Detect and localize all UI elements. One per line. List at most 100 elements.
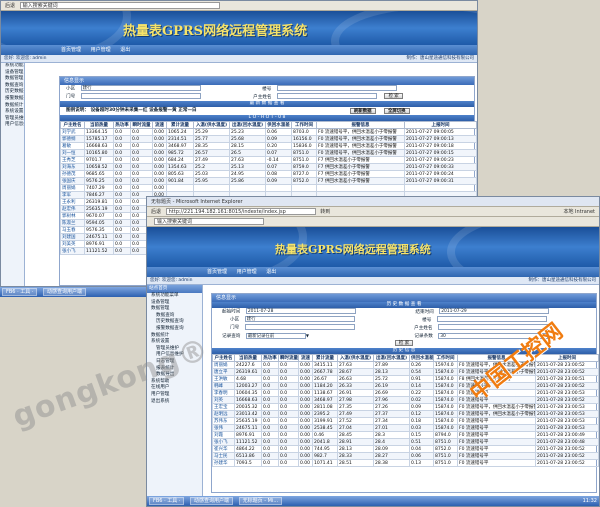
start-date-field[interactable]: 2011-07-28	[245, 308, 356, 314]
table-cell: 0.0	[113, 212, 131, 220]
table-row[interactable]: 韩峰 12003.27 0.0 0.0 0.00 1184.20 26.33 26.19 0.1…	[212, 382, 599, 390]
task-button-query[interactable]: 动感查询用户端	[190, 497, 234, 505]
table-cell: F0 流速错号平	[457, 445, 536, 453]
address-field[interactable]: http://221.194.182.161:8015/indexte/inde…	[165, 208, 316, 215]
front-xiaoqu-field[interactable]: 建行	[244, 316, 355, 322]
front-menu-users[interactable]: 用户管理	[237, 269, 257, 275]
side-item-history[interactable]: 历史数据查询	[147, 319, 202, 326]
table-cell: 0.0	[113, 170, 131, 178]
start-date-label: 起始时间	[222, 309, 241, 315]
table-row[interactable]: 马士民 6513.86 0.0 0.0 0.00 982.7 28.33 28.27 0.06 8…	[212, 452, 599, 460]
front-search-button[interactable]: 检 索	[394, 340, 414, 346]
back-menhao-field[interactable]	[80, 93, 201, 99]
front-col-header: 出温(回水温度)	[373, 354, 410, 362]
table-row[interactable]: 葛敏 16668.63 0.0 0.0 0.00 3468.97 28.35 28.15 0.2…	[60, 142, 477, 150]
front-menhao-field[interactable]	[244, 324, 355, 330]
table-row[interactable]: 唐立平 26319.61 0.0 0.0 0.00 2667.78 28.67 28.13 0.…	[212, 368, 599, 376]
go-button[interactable]: 转到	[320, 209, 330, 215]
left-task-button[interactable]: 动感查询用户端	[43, 288, 87, 296]
table-cell: 10165.80	[84, 149, 114, 157]
back-menu-home[interactable]: 首页管理	[61, 47, 81, 53]
table-cell: 8976.91	[234, 431, 262, 439]
refresh-button[interactable]: 刷新数据	[350, 108, 376, 114]
table-row[interactable]: 周丽娟 24227.6 0.0 0.0 0.00 3415.11 27.63 27.89 0.2…	[212, 361, 599, 369]
front-back-button[interactable]: 后退	[151, 209, 161, 215]
front-col-header: 供回水温差	[409, 354, 434, 362]
front-col-header: 热功率	[261, 354, 279, 362]
table-row[interactable]: 张小飞 11121.52 0.0 0.0 0.00 2041.8 28.91 28.4 0.51…	[212, 438, 599, 446]
back-row-menhao: 门号 户主姓名 检 索	[60, 93, 474, 101]
table-cell: 28.33	[337, 452, 374, 460]
table-cell: 0.0	[113, 163, 131, 171]
start-button[interactable]: FB6 · 工具 ·	[149, 497, 185, 505]
front-menu-exit[interactable]: 退出	[266, 269, 276, 275]
table-cell: 28.13	[373, 368, 410, 376]
back-button[interactable]: 后退	[5, 3, 15, 9]
table-row[interactable]: 李春明 10604.35 0.0 0.0 0.00 1138.67 26.91 26.69 0.…	[212, 389, 599, 397]
back-search-box[interactable]: 输入搜索关键词	[19, 2, 220, 9]
table-row[interactable]: 王宏宝 20035.32 0.0 0.0 0.00 2811.08 27.35 27.26 0.…	[212, 403, 599, 411]
table-cell: 0.00	[298, 424, 313, 432]
front-menu-home[interactable]: 首页管理	[207, 269, 227, 275]
table-row[interactable]: 王洪敏 4.68 0.0 0.0 0.00 26.67 26.63 25.72 0.91 1587…	[212, 375, 599, 383]
table-row[interactable]: 刘学武 13364.15 0.0 0.0 0.00 1065.24 25.29 25.23 0.…	[60, 128, 477, 136]
table-cell: 0.0	[113, 233, 131, 241]
table-row[interactable]: 刘英 16668.63 0.0 0.0 0.00 3468.97 27.98 27.96 0.0…	[212, 396, 599, 404]
table-cell: 0.0	[261, 424, 279, 432]
table-cell	[166, 184, 194, 192]
table-cell: 985.72	[166, 149, 194, 157]
back-col-header: 户主姓名	[60, 121, 85, 129]
table-cell: 0.00	[298, 438, 313, 446]
table-row[interactable]: 王秀芝 9701.7 0.0 0.0 0.00 684.24 27.49 27.63 -0.14…	[60, 156, 477, 164]
left-start-button[interactable]: FB6 · 工具 ·	[2, 288, 38, 296]
back-side-3[interactable]: 数据管理	[1, 76, 24, 83]
back-side-5[interactable]: 历史数据查询	[1, 89, 24, 96]
back-search-button[interactable]: 检 索	[384, 93, 403, 99]
table-cell: 0.0	[261, 431, 279, 439]
back-row-xiaoqu: 小区 建行 楼号	[60, 85, 474, 93]
table-cell: 27.96	[373, 396, 410, 404]
back-louhao-field[interactable]	[276, 85, 397, 91]
back-side-8[interactable]: 系统设置	[1, 109, 24, 116]
end-date-field[interactable]: 2011-07-29	[439, 308, 550, 314]
table-cell: 张小飞	[60, 247, 85, 255]
table-row[interactable]: 孙德茂 9685.65 0.0 0.0 0.00 805.63 25.03 24.95 0.08…	[60, 170, 477, 178]
side-item-data[interactable]: 数据管理	[147, 306, 202, 313]
back-side-1[interactable]: 系统功能菜单	[1, 63, 24, 70]
table-row[interactable]: 张国庆 9576.25 0.0 0.0 0.00 901.84 25.95 25.86 0.09…	[60, 177, 477, 185]
task-button-ie[interactable]: 无标题页 - Mi...	[238, 497, 283, 505]
front-louhao-field[interactable]	[436, 316, 547, 322]
side-item-online[interactable]: 在线用户	[147, 385, 202, 392]
back-huzhu-field[interactable]	[277, 93, 377, 99]
table-row[interactable]: 孙建华 7093.5 0.0 0.0 0.00 1071.41 28.51 28.38 0.13…	[212, 459, 599, 467]
side-item-menu[interactable]: 系统功能菜单	[147, 293, 202, 300]
table-row[interactable]: 张伟 24675.11 0.0 0.0 0.00 2538.45 27.04 27.01 0.0…	[212, 424, 599, 432]
table-row[interactable]: 刘霞 8976.91 0.0 0.0 0.00 0.46 28.45 28.3 0.15 8794…	[212, 431, 599, 439]
sort-select[interactable]: 最新记录在前	[245, 332, 306, 339]
back-louhao-label: 楼号	[262, 86, 272, 92]
back-menu-exit[interactable]: 退出	[120, 47, 130, 53]
table-row[interactable]: 刘海东 10658.52 0.0 0.0 0.00 1354.63 25.2 25.13 0.0…	[60, 163, 477, 171]
back-side-10[interactable]: 用户信息维护	[1, 122, 24, 129]
table-cell: 0.0	[130, 135, 153, 143]
table-row[interactable]: 周丽娟 7407.29 0.0 0.0 0.00	[60, 184, 477, 192]
back-side-6[interactable]: 报警数据查询	[1, 96, 24, 103]
table-cell: 0.00	[298, 431, 313, 439]
table-row[interactable]: 崔兴华 4864.22 0.0 0.0 0.00 744.95 28.13 28.09 0.04…	[212, 445, 599, 453]
side-item-usermgr[interactable]: 用户管理	[147, 392, 202, 399]
table-row[interactable]: 苏伟东 25635.19 0.0 0.0 0.00 3199.91 27.52 27.34 0.…	[212, 417, 599, 425]
back-menu-users[interactable]: 用户管理	[91, 47, 111, 53]
side-item-logout[interactable]: 退出系统	[147, 399, 202, 406]
table-cell: 2011-07-27 09:00:15	[404, 149, 477, 157]
front-search-box[interactable]: 输入搜索关键词	[154, 218, 264, 225]
sort-chevron-down-icon[interactable]: ▼	[306, 333, 309, 338]
fullscreen-button[interactable]: 全屏切换	[384, 108, 410, 114]
side-item-alarm[interactable]: 报警数据查询	[147, 326, 202, 333]
front-col-header: 户主姓名	[212, 354, 235, 362]
table-cell: 27.26	[373, 403, 410, 411]
back-xiaoqu-field[interactable]: 建行	[80, 85, 201, 91]
table-cell: 刘霞	[212, 431, 235, 439]
table-row[interactable]: 刘一恒 10165.80 0.0 0.0 0.00 985.72 26.57 26.5 0.07…	[60, 149, 477, 157]
table-row[interactable]: 赵明远 23013.42 0.0 0.0 0.00 2395.2 27.49 27.37 0.1…	[212, 410, 599, 418]
table-row[interactable]: 郭德纲 15785.17 0.0 0.0 0.00 2314.51 25.77 25.68 0.…	[60, 135, 477, 143]
